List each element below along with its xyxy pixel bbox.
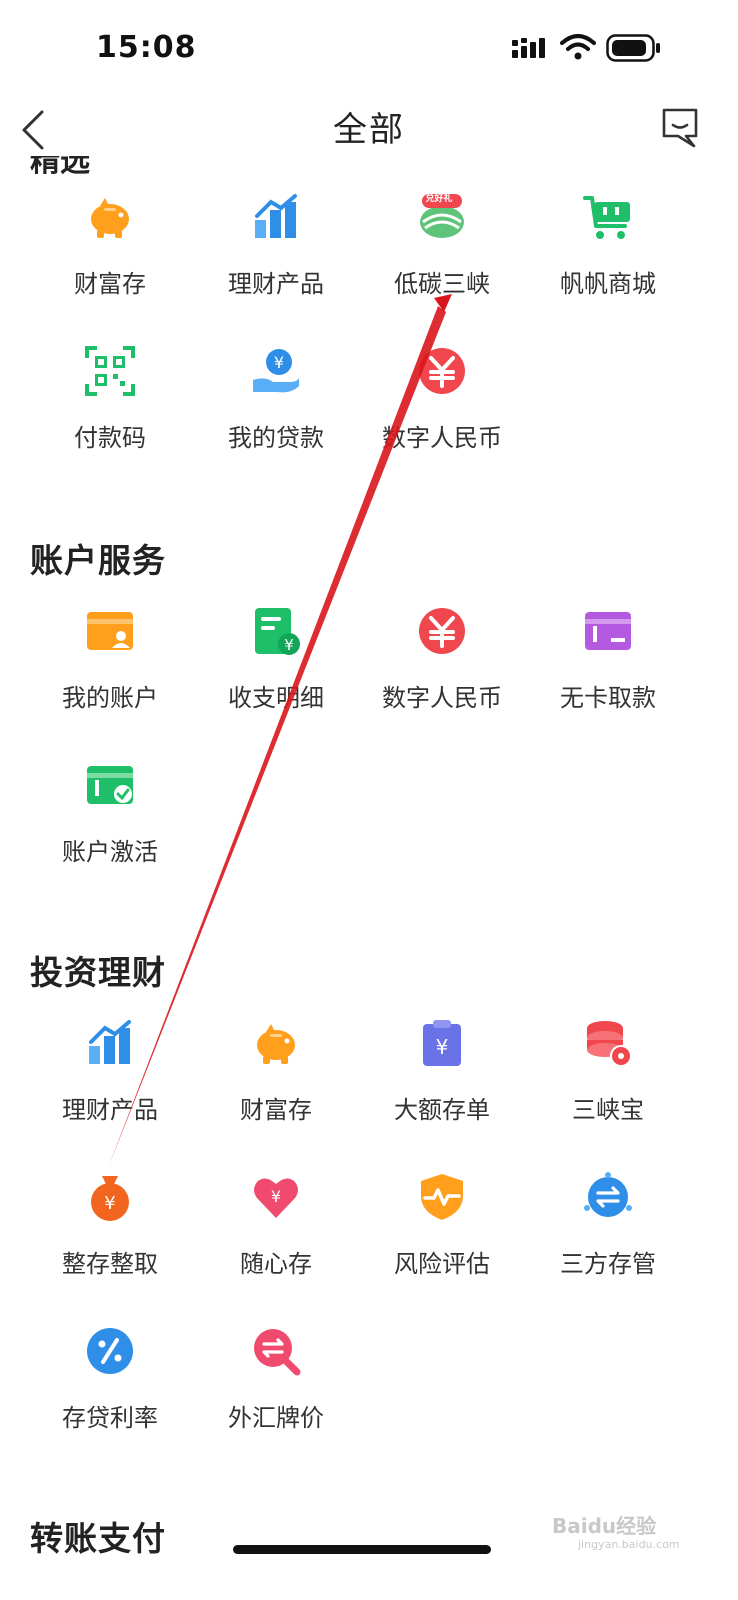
home-indicator[interactable] [233, 1545, 491, 1554]
grid-item-label: 理财产品 [228, 270, 324, 298]
account-card-icon [87, 612, 133, 650]
grid-item-label: 理财产品 [62, 1096, 158, 1124]
grid-item-wealth-products[interactable]: 理财产品 [193, 192, 359, 342]
cellular-signal-icon [512, 38, 545, 58]
grid-item-label: 我的贷款 [228, 424, 324, 452]
grid-item-lump-sum-deposit[interactable]: ¥ 整存整取 [27, 1172, 193, 1322]
grid-item-label: 财富存 [240, 1096, 312, 1124]
page-title: 全部 [333, 110, 405, 150]
digital-yuan-icon [419, 608, 465, 654]
grid-item-label: 三方存管 [560, 1250, 656, 1278]
grid-item-label: 无卡取款 [560, 684, 656, 712]
heart-yuan-icon: ¥ [254, 1178, 298, 1218]
gift-badge: 兑好礼 [425, 194, 453, 204]
section-title-transfer-payment: 转账支付 [30, 1519, 166, 1558]
grid-item-label: 外汇牌价 [228, 1404, 324, 1432]
transaction-detail-icon: ¥ [255, 608, 300, 655]
grid-item-label: 整存整取 [62, 1250, 158, 1278]
svg-text:¥: ¥ [104, 1193, 115, 1214]
cardless-withdraw-icon [585, 612, 631, 650]
grid-item-label: 收支明细 [228, 684, 324, 712]
grid-item-my-account[interactable]: 我的账户 [27, 606, 193, 756]
section-title-account-services: 账户服务 [30, 541, 166, 580]
grid-item-fanfan-mall[interactable]: 帆帆商城 [525, 192, 691, 342]
bar-chart-icon [89, 1020, 131, 1064]
grid-item-risk-assessment[interactable]: 风险评估 [359, 1172, 525, 1322]
grid-item-my-loan[interactable]: ¥ 我的贷款 [193, 346, 359, 496]
shopping-cart-icon [583, 196, 630, 239]
grid-item-label: 三峡宝 [572, 1096, 644, 1124]
money-bag-icon: ¥ [91, 1176, 129, 1221]
battery-icon [606, 34, 660, 62]
grid-item-flexible-deposit[interactable]: ¥ 随心存 [193, 1172, 359, 1322]
qr-code-icon [85, 346, 135, 396]
grid-item-transaction-details[interactable]: ¥ 收支明细 [193, 606, 359, 756]
bar-chart-icon [255, 194, 297, 238]
forex-search-icon [254, 1329, 301, 1376]
wifi-icon [560, 34, 596, 60]
grid-item-label: 风险评估 [394, 1250, 490, 1278]
grid-item-label: 数字人民币 [382, 684, 502, 712]
grid-item-third-party-custody[interactable]: 三方存管 [525, 1172, 691, 1322]
status-time: 15:08 [96, 30, 197, 65]
grid-item-forex-rates[interactable]: 外汇牌价 [193, 1326, 359, 1476]
grid-item-digital-rmb-2[interactable]: 数字人民币 [359, 606, 525, 756]
loan-hand-icon: ¥ [253, 349, 299, 393]
content-scroll-area[interactable]: 精选 财富存 理财产品 低碳三峡 帆帆商城 付款码 ¥ 我的贷款 数字人民币 账… [0, 156, 738, 1600]
section-title-featured: 精选 [30, 156, 90, 179]
grid-item-wealth-deposit-2[interactable]: 财富存 [193, 1018, 359, 1168]
grid-item-wealth-products-2[interactable]: 理财产品 [27, 1018, 193, 1168]
grid-item-label: 随心存 [240, 1250, 312, 1278]
grid-item-wealth-deposit[interactable]: 财富存 [27, 192, 193, 342]
grid-item-label: 低碳三峡 [394, 270, 490, 298]
grid-item-cardless-withdrawal[interactable]: 无卡取款 [525, 606, 691, 756]
grid-item-large-deposit[interactable]: ¥ 大额存单 [359, 1018, 525, 1168]
grid-item-digital-rmb[interactable]: 数字人民币 [359, 346, 525, 496]
message-button[interactable] [660, 106, 700, 150]
grid-item-label: 我的账户 [62, 684, 158, 712]
grid-item-account-activation[interactable]: 账户激活 [27, 760, 193, 910]
grid-item-label: 账户激活 [62, 838, 158, 866]
piggy-bank-icon [91, 198, 129, 238]
nav-bar: 全部 [0, 100, 738, 156]
risk-shield-icon [421, 1174, 463, 1220]
svg-text:¥: ¥ [284, 636, 294, 654]
grid-item-label: 帆帆商城 [560, 270, 656, 298]
status-bar: 15:08 [0, 0, 738, 100]
grid-item-low-carbon[interactable]: 低碳三峡 [359, 192, 525, 342]
section-title-investment: 投资理财 [30, 953, 166, 992]
deposit-certificate-icon: ¥ [423, 1020, 461, 1066]
piggy-bank-icon [257, 1024, 295, 1064]
svg-text:¥: ¥ [274, 353, 284, 372]
grid-item-label: 数字人民币 [382, 424, 502, 452]
digital-yuan-icon [419, 348, 465, 394]
grid-item-label: 付款码 [74, 424, 146, 452]
watermark-url: jingyan.baidu.com [578, 1538, 680, 1551]
grid-item-label: 大额存单 [394, 1096, 490, 1124]
svg-text:¥: ¥ [436, 1035, 449, 1059]
account-activate-icon [87, 766, 133, 804]
grid-item-interest-rates[interactable]: 存贷利率 [27, 1326, 193, 1476]
grid-item-label: 存贷利率 [62, 1404, 158, 1432]
grid-item-label: 财富存 [74, 270, 146, 298]
grid-item-payment-code[interactable]: 付款码 [27, 346, 193, 496]
svg-text:¥: ¥ [271, 1187, 281, 1206]
watermark-brand: Baidu经验 [552, 1514, 657, 1538]
grid-item-sanxia-bao[interactable]: 三峡宝 [525, 1018, 691, 1168]
interest-rate-icon [87, 1328, 133, 1374]
coin-stack-icon [587, 1021, 632, 1067]
custody-exchange-icon [584, 1172, 632, 1217]
